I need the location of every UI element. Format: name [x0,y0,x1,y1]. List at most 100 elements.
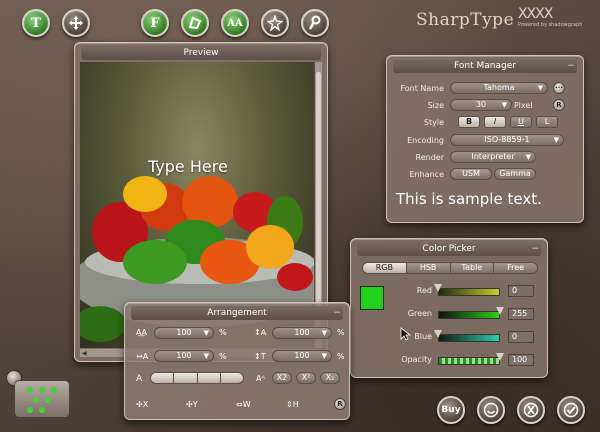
text-size-button[interactable]: AA [221,9,249,37]
tab-free[interactable]: Free [493,263,537,273]
arrangement-title: Arrangement [207,308,267,318]
enhance-label: Enhance [409,170,445,179]
more-fonts-button[interactable]: ··· [553,82,565,94]
chevron-down-icon: ▼ [537,84,543,92]
sample-text: This is sample text. [396,190,542,208]
red-slider[interactable] [438,288,500,296]
unit-label: % [219,352,227,361]
blue-slider-thumb[interactable] [434,330,442,338]
char-spacing-select[interactable]: 100 ▼ [154,327,214,339]
chevron-down-icon: ▼ [525,153,531,161]
collapse-icon[interactable]: − [567,59,575,73]
font-button[interactable]: F [141,9,169,37]
green-slider-thumb[interactable] [496,307,504,315]
smiley-icon [483,402,499,418]
script-icon: Aᴬ [256,374,265,383]
blue-value-input[interactable]: 0 [508,331,534,343]
confirm-button[interactable] [557,396,585,424]
horizontal-scale-select[interactable]: 100 ▼ [154,350,214,362]
line-spacing-icon: ↕A [254,328,267,337]
scroll-left-icon[interactable]: ◀ [82,350,87,357]
move-icon [69,16,83,30]
opacity-label: Opacity [401,355,432,364]
tab-table[interactable]: Table [449,263,494,273]
bold-button[interactable]: B [458,116,480,128]
font-name-select[interactable]: Tahoma ▼ [450,82,548,94]
usm-button[interactable]: USM [450,168,492,180]
grid-widget[interactable] [14,380,70,418]
subscript-button[interactable]: X₂ [320,372,340,384]
brand-logo: XXXX Powered by shadowgraph [518,6,583,28]
color-picker-title: Color Picker [422,244,476,254]
vertical-scale-select[interactable]: 100 ▼ [272,350,332,362]
reset-size-button[interactable]: R [553,99,565,111]
font-name-label: Font Name [400,84,444,93]
red-label: Red [416,286,432,295]
green-label: Green [407,309,432,318]
size-select[interactable]: 30 ▼ [450,99,512,111]
red-slider-thumb[interactable] [434,284,442,292]
color-mode-tabs: RGB HSB Table Free [362,262,538,274]
size-unit: Pixel [514,101,533,110]
alignment-buttons [150,372,244,384]
render-label: Render [415,153,444,162]
smiley-button[interactable] [477,396,505,424]
width-control[interactable]: ⇔W [236,400,251,409]
green-slider[interactable] [438,311,500,319]
wrench-icon [308,15,321,30]
mouse-cursor-icon [400,326,412,341]
opacity-slider-thumb[interactable] [496,353,504,361]
underline-button[interactable]: U [510,116,532,128]
opacity-value-input[interactable]: 100 [508,354,534,366]
reset-arrangement-button[interactable]: R [334,398,346,410]
char-spacing-icon: A͟A [136,328,147,337]
encoding-select[interactable]: ISO-8859-1 ▼ [450,134,564,146]
buy-button[interactable]: Buy [437,396,465,424]
chevron-down-icon: ▼ [553,136,559,144]
align-justify-button[interactable] [219,373,243,383]
star-icon [267,15,283,31]
tab-rgb[interactable]: RGB [363,263,406,273]
strikethrough-button[interactable]: L [536,116,558,128]
height-control[interactable]: ⇕H [286,400,299,409]
position-x-control[interactable]: ✣X [136,400,148,409]
red-value-input[interactable]: 0 [508,285,534,297]
shape-icon [188,16,202,30]
text-tool-button[interactable]: T [22,9,50,37]
preview-title: Preview [183,48,219,58]
render-select[interactable]: Interpreter ▼ [450,151,536,163]
unit-label: % [337,352,345,361]
cancel-button[interactable] [517,396,545,424]
app-logo: SharpType [416,10,515,30]
tab-hsb[interactable]: HSB [405,263,450,273]
close-icon [523,402,539,418]
collapse-icon[interactable]: − [333,306,341,320]
gamma-button[interactable]: Gamma [494,168,536,180]
align-left-button[interactable] [151,373,174,383]
shape-button[interactable] [181,9,209,37]
horizontal-scale-icon: ↔A [136,352,149,361]
size-label: Size [427,101,444,110]
preview-overlay-text: Type Here [148,157,228,176]
style-label: Style [423,118,444,127]
settings-button[interactable] [301,9,329,37]
unit-label: % [337,328,345,337]
color-swatch[interactable] [360,286,384,310]
font-manager-title: Font Manager [454,61,516,71]
line-spacing-select[interactable]: 100 ▼ [272,327,332,339]
move-tool-button[interactable] [62,9,90,37]
vertical-scale-icon: ↕T [254,352,266,361]
align-center-button[interactable] [173,373,197,383]
opacity-slider[interactable] [438,357,500,365]
checkmark-icon [563,402,579,418]
align-right-button[interactable] [196,373,220,383]
superscript-button[interactable]: X² [296,372,316,384]
x2-button[interactable]: X2 [272,372,292,384]
collapse-icon[interactable]: − [531,242,539,256]
effects-button[interactable] [261,9,289,37]
italic-button[interactable]: I [484,116,506,128]
chevron-down-icon: ▼ [501,101,507,109]
green-value-input[interactable]: 255 [508,308,534,320]
blue-slider[interactable] [438,334,500,342]
position-y-control[interactable]: ✣Y [186,400,198,409]
